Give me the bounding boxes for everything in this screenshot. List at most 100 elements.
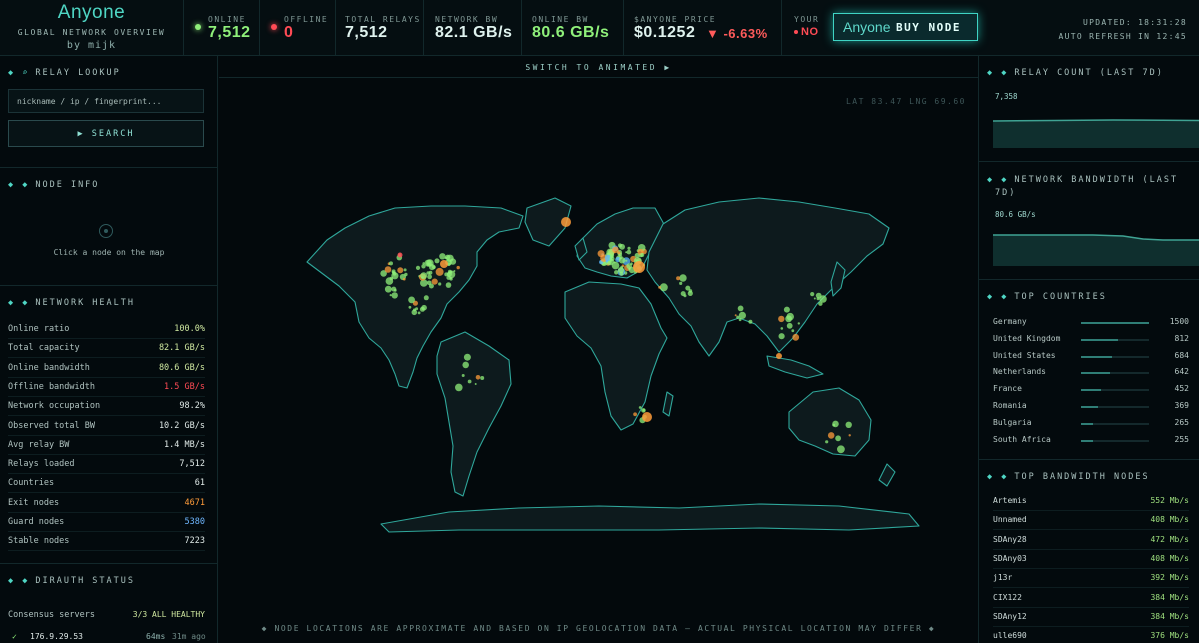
relay-node-dot[interactable] (679, 274, 687, 282)
relay-node-dot[interactable] (734, 314, 737, 317)
relay-node-dot[interactable] (424, 259, 432, 267)
buy-node-button[interactable]: Anyone BUY NODE (833, 13, 978, 41)
relay-node-dot[interactable] (786, 322, 793, 329)
relay-node-dot[interactable] (408, 305, 412, 309)
country-row[interactable]: South Africa 255 (993, 432, 1189, 448)
relay-node-dot[interactable] (613, 261, 616, 264)
bandwidth-node-row[interactable]: j13r 392 Mb/s (993, 569, 1189, 589)
relay-node-dot[interactable] (626, 249, 632, 255)
relay-node-dot[interactable] (391, 292, 398, 299)
relay-node-dot[interactable] (816, 297, 820, 301)
relay-node-dot[interactable] (597, 250, 605, 258)
relay-node-dot[interactable] (384, 266, 392, 273)
relay-node-dot[interactable] (411, 309, 418, 316)
relay-node-dot[interactable] (827, 432, 835, 439)
relay-node-dot[interactable] (618, 257, 626, 264)
country-row[interactable]: Germany 1500 (993, 314, 1189, 330)
relay-node-dot[interactable] (791, 329, 795, 333)
relay-node-dot[interactable] (480, 376, 485, 380)
relay-node-dot[interactable] (385, 277, 394, 285)
relay-node-dot[interactable] (445, 282, 452, 288)
map-area[interactable]: SWITCH TO ANIMATED ▶ LAT 83.47 LNG 69.60… (219, 56, 978, 643)
relay-node-dot[interactable] (633, 261, 645, 273)
country-row[interactable]: Bulgaria 265 (993, 415, 1189, 431)
search-button[interactable]: ▶ SEARCH (8, 120, 204, 147)
relay-node-dot[interactable] (415, 265, 421, 270)
bandwidth-node-row[interactable]: Unnamed 408 Mb/s (993, 511, 1189, 531)
relay-node-dot[interactable] (810, 292, 815, 297)
relay-node-dot[interactable] (738, 318, 742, 322)
bandwidth-node-row[interactable]: CIX122 384 Mb/s (993, 589, 1189, 608)
relay-node-dot[interactable] (688, 289, 693, 293)
relay-node-dot[interactable] (738, 311, 747, 319)
relay-node-dot[interactable] (426, 280, 432, 286)
relay-node-dot[interactable] (415, 307, 419, 311)
relay-node-dot[interactable] (813, 297, 816, 300)
relay-node-dot[interactable] (474, 383, 477, 385)
country-row[interactable]: France 452 (993, 381, 1189, 397)
relay-search-input[interactable] (8, 89, 204, 113)
relay-node-dot[interactable] (397, 252, 403, 258)
relay-node-dot[interactable] (397, 267, 404, 274)
bandwidth-node-row[interactable]: SDAny12 384 Mb/s (993, 608, 1189, 627)
relay-node-dot[interactable] (683, 294, 687, 298)
relay-node-dot[interactable] (403, 268, 407, 272)
relay-node-dot[interactable] (426, 271, 430, 275)
relay-node-dot[interactable] (427, 274, 432, 280)
relay-node-dot[interactable] (431, 278, 438, 285)
relay-node-dot[interactable] (778, 333, 785, 340)
relay-node-dot[interactable] (640, 253, 645, 257)
relay-node-dot[interactable] (638, 406, 642, 409)
relay-node-dot[interactable] (835, 435, 841, 442)
relay-node-dot[interactable] (463, 353, 471, 361)
relay-node-dot[interactable] (658, 286, 661, 289)
relay-node-dot[interactable] (619, 243, 625, 250)
country-row[interactable]: United States 684 (993, 348, 1189, 364)
relay-node-dot[interactable] (389, 261, 393, 266)
relay-node-dot[interactable] (423, 295, 429, 301)
relay-node-dot[interactable] (785, 315, 792, 323)
relay-node-dot[interactable] (625, 259, 628, 262)
relay-node-dot[interactable] (797, 322, 800, 325)
relay-node-dot[interactable] (561, 217, 571, 227)
relay-node-dot[interactable] (617, 251, 621, 255)
relay-node-dot[interactable] (440, 260, 448, 268)
bandwidth-node-row[interactable]: Artemis 552 Mb/s (993, 492, 1189, 511)
relay-node-dot[interactable] (435, 267, 444, 276)
relay-node-dot[interactable] (421, 276, 424, 279)
relay-node-dot[interactable] (403, 277, 406, 281)
relay-node-dot[interactable] (389, 294, 392, 297)
relay-node-dot[interactable] (845, 421, 852, 428)
relay-node-dot[interactable] (408, 296, 415, 304)
relay-node-dot[interactable] (659, 283, 668, 292)
country-row[interactable]: Netherlands 642 (993, 364, 1189, 380)
relay-node-dot[interactable] (475, 375, 481, 380)
relay-node-dot[interactable] (610, 254, 614, 258)
relay-node-dot[interactable] (848, 434, 851, 437)
relay-node-dot[interactable] (748, 319, 753, 324)
relay-node-dot[interactable] (467, 379, 472, 384)
relay-node-dot[interactable] (392, 271, 397, 276)
relay-node-dot[interactable] (778, 315, 785, 323)
relay-node-dot[interactable] (614, 270, 619, 275)
world-map[interactable] (219, 56, 978, 643)
relay-node-dot[interactable] (641, 408, 646, 413)
relay-node-dot[interactable] (783, 306, 790, 313)
relay-node-dot[interactable] (461, 374, 465, 377)
relay-node-dot[interactable] (438, 282, 442, 286)
relay-node-dot[interactable] (456, 265, 460, 270)
relay-node-dot[interactable] (818, 301, 823, 306)
relay-node-dot[interactable] (455, 383, 463, 392)
relay-node-dot[interactable] (605, 259, 609, 263)
relay-node-dot[interactable] (421, 304, 427, 311)
relay-node-dot[interactable] (832, 420, 839, 428)
relay-node-dot[interactable] (776, 353, 782, 359)
country-row[interactable]: Romania 369 (993, 398, 1189, 414)
bandwidth-node-row[interactable]: ulle690 376 Mb/s (993, 627, 1189, 643)
relay-node-dot[interactable] (449, 277, 452, 280)
relay-node-dot[interactable] (617, 267, 625, 274)
relay-node-dot[interactable] (676, 276, 681, 281)
relay-node-dot[interactable] (825, 440, 829, 444)
switch-animated-button[interactable]: SWITCH TO ANIMATED ▶ (219, 56, 978, 78)
relay-node-dot[interactable] (462, 361, 469, 369)
